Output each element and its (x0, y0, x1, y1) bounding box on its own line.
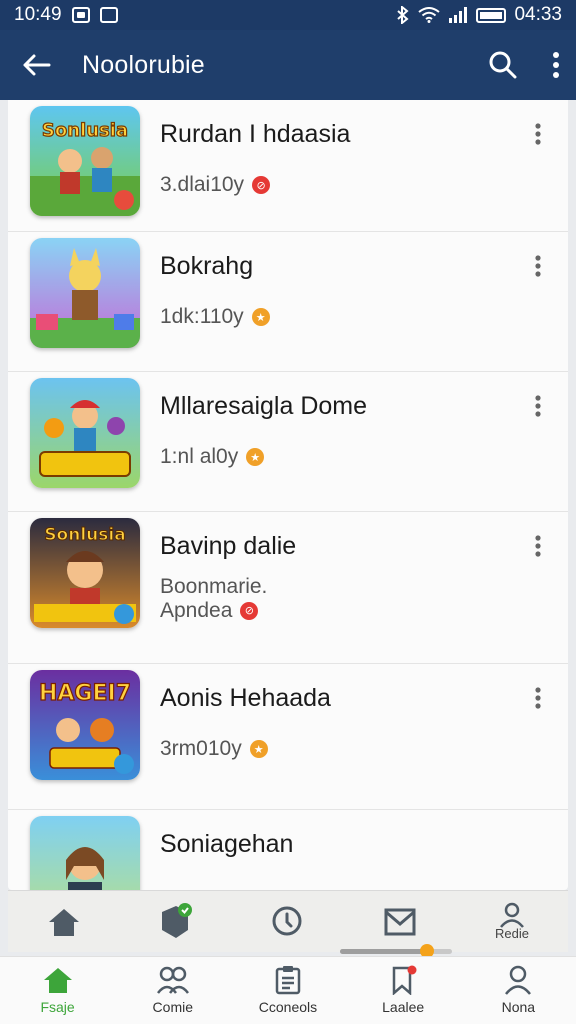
more-vert-icon[interactable] (534, 122, 542, 146)
nav-tab-2[interactable]: Cconeols (238, 965, 338, 1015)
bottom-navigation: Fsaje Comie Cconeols Laalee Nona (0, 956, 576, 1024)
progress-fill (340, 949, 428, 954)
nav-tab-label: Fsaje (40, 999, 75, 1015)
game-thumbnail (30, 378, 140, 488)
game-thumbnail (30, 816, 140, 890)
thumb-logo-text: HAGEI7 (39, 681, 131, 706)
ban-icon: ⊘ (252, 176, 271, 194)
nav-tab-4[interactable]: Nona (468, 965, 568, 1015)
nav-shield[interactable] (131, 902, 221, 942)
star-icon: ★ (249, 740, 268, 758)
search-circle-icon (272, 906, 302, 935)
person-icon (500, 902, 524, 928)
list-item[interactable]: Soniagehan (8, 810, 568, 890)
item-title: Bavinp dalie (160, 532, 297, 560)
wifi-icon (418, 7, 441, 23)
list-item[interactable]: Bokrahg 1dk:110y ★ (8, 232, 568, 372)
item-title: Soniagehan (160, 830, 294, 858)
game-list: Sonlusia Rurdan I hdaasia 3.dlai10y ⊘ Bo… (8, 100, 568, 890)
notification-icon (71, 7, 90, 23)
arrow-left-icon (23, 54, 51, 76)
game-thumbnail: Sonlusia (30, 518, 140, 628)
status-bar: 10:49 04:33 (0, 0, 576, 30)
nav-tab-0[interactable]: Fsaje (8, 965, 108, 1015)
game-thumbnail: HAGEI7 (30, 670, 140, 780)
item-title: Bokrahg (160, 252, 254, 280)
star-icon: ★ (246, 448, 265, 466)
bluetooth-icon (397, 6, 410, 24)
secondary-nav: Redie (8, 890, 568, 952)
item-title: Aonis Hehaada (160, 684, 331, 712)
home-icon (49, 908, 79, 936)
person-icon (505, 965, 532, 995)
page-title: Noolorubie (82, 50, 205, 79)
progress-bar[interactable] (340, 944, 452, 958)
nav-profile-label: Redie (495, 926, 529, 941)
app-bar: Noolorubie (0, 30, 576, 100)
more-vert-icon[interactable] (534, 254, 542, 278)
signal-icon (449, 7, 468, 23)
nav-tab-label: Cconeols (258, 999, 318, 1015)
item-subtitle: 3rm010y (160, 737, 242, 760)
home-icon (43, 968, 72, 993)
nav-mail[interactable] (355, 904, 445, 940)
ban-icon: ⊘ (240, 602, 259, 620)
nav-tab-label: Comie (152, 999, 194, 1015)
item-subtitle: 1dk:110y (160, 305, 244, 328)
list-item[interactable]: Sonlusia Rurdan I hdaasia 3.dlai10y ⊘ (8, 100, 568, 232)
nav-profile[interactable]: Redie (467, 902, 557, 941)
nav-home[interactable] (19, 906, 109, 938)
people-icon (156, 966, 189, 994)
clipboard-icon (275, 966, 301, 995)
more-vert-icon[interactable] (534, 394, 542, 418)
star-icon: ★ (251, 308, 270, 326)
more-vert-icon[interactable] (552, 51, 560, 79)
item-subtitle-line1: Boonmarie. (160, 575, 268, 598)
item-title: Mllaresaigla Dome (160, 392, 368, 420)
game-thumbnail: Sonlusia (30, 106, 140, 216)
battery-icon (476, 7, 507, 23)
status-time-right: 04:33 (514, 4, 562, 25)
item-title: Rurdan I hdaasia (160, 120, 351, 148)
item-subtitle: 3.dlai10y (160, 173, 245, 196)
thumb-logo-text: Sonlusia (44, 525, 125, 545)
list-item[interactable]: Sonlusia Bavinp dalie Boonmarie. Apndea … (8, 512, 568, 664)
nav-tab-label: Nona (501, 999, 536, 1015)
nav-search[interactable] (243, 904, 333, 940)
game-thumbnail (30, 238, 140, 348)
item-subtitle: 1:nl al0y (160, 445, 239, 468)
status-time-left: 10:49 (14, 4, 62, 25)
bookmark-icon (392, 965, 417, 995)
shield-icon (162, 902, 192, 938)
list-item[interactable]: HAGEI7 Aonis Hehaada 3rm010y ★ (8, 664, 568, 810)
mail-icon (384, 908, 416, 935)
more-vert-icon[interactable] (534, 534, 542, 558)
back-button[interactable] (16, 45, 56, 85)
more-vert-icon[interactable] (534, 686, 542, 710)
search-icon[interactable] (488, 50, 518, 80)
thumb-logo-text: Sonlusia (42, 120, 128, 141)
nav-tab-1[interactable]: Comie (123, 965, 223, 1015)
list-item[interactable]: Mllaresaigla Dome 1:nl al0y ★ (8, 372, 568, 512)
nav-tab-3[interactable]: Laalee (353, 965, 453, 1015)
gallery-icon (99, 7, 118, 23)
nav-tab-label: Laalee (382, 999, 425, 1015)
item-subtitle-line2: Apndea (160, 599, 233, 622)
